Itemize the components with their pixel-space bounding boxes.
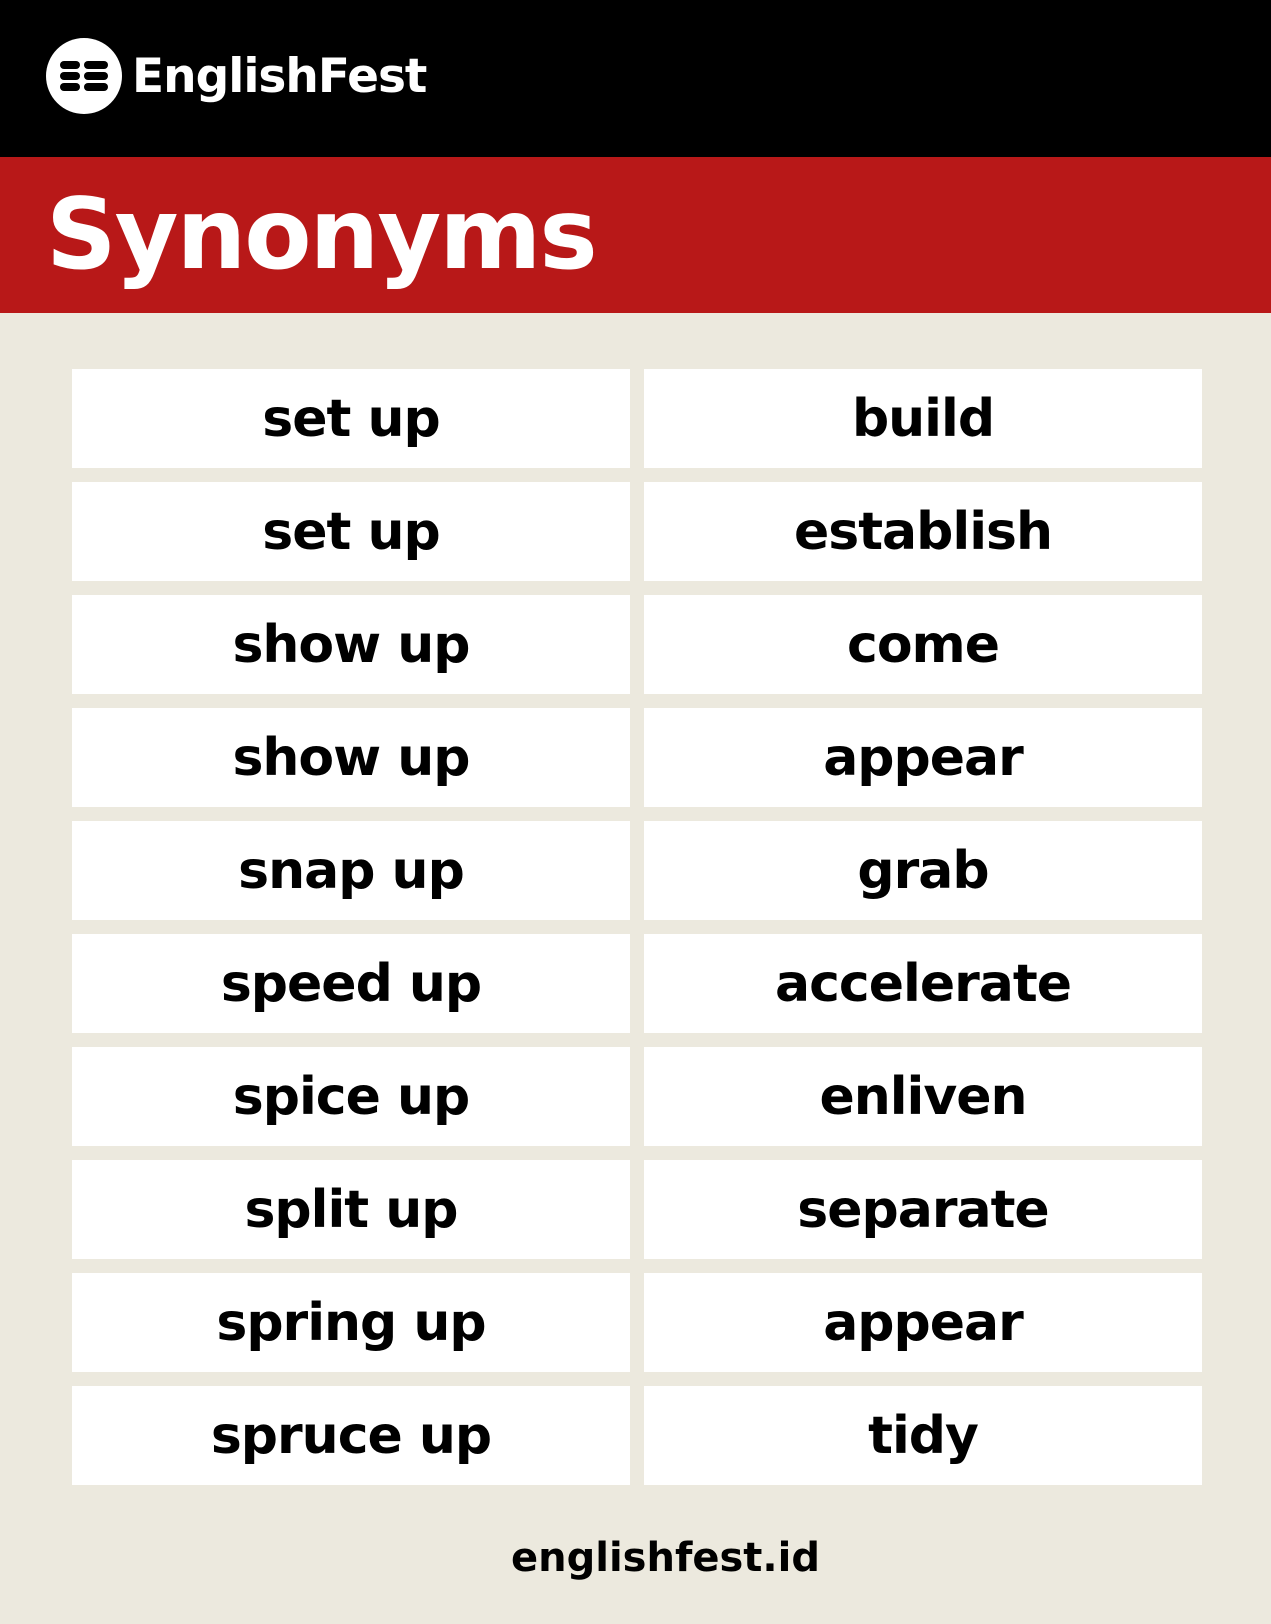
synonym-cell: appear bbox=[644, 708, 1202, 807]
phrasal-verb-cell: set up bbox=[72, 369, 630, 468]
phrasal-verb-cell: speed up bbox=[72, 934, 630, 1033]
phrasal-verb-cell: spring up bbox=[72, 1273, 630, 1372]
synonym-cell: separate bbox=[644, 1160, 1202, 1259]
synonym-cell: come bbox=[644, 595, 1202, 694]
phrasal-verb-cell: set up bbox=[72, 482, 630, 581]
synonym-cell: appear bbox=[644, 1273, 1202, 1372]
phrasal-verb-cell: show up bbox=[72, 595, 630, 694]
synonym-cell: accelerate bbox=[644, 934, 1202, 1033]
synonym-cell: establish bbox=[644, 482, 1202, 581]
header-bar: EnglishFest bbox=[0, 0, 1271, 157]
phrasal-verb-cell: spruce up bbox=[72, 1386, 630, 1485]
phrasal-verb-cell: show up bbox=[72, 708, 630, 807]
title-band: Synonyms bbox=[0, 157, 1271, 313]
synonym-cell: build bbox=[644, 369, 1202, 468]
page-title: Synonyms bbox=[46, 178, 598, 292]
footer-url: englishfest.id bbox=[511, 1535, 820, 1581]
englishfest-logo-icon bbox=[46, 38, 122, 114]
phrasal-verb-cell: split up bbox=[72, 1160, 630, 1259]
synonym-table: set up build set up establish show up co… bbox=[72, 369, 1202, 1485]
synonym-cell: grab bbox=[644, 821, 1202, 920]
brand-name: EnglishFest bbox=[132, 48, 427, 104]
phrasal-verb-cell: snap up bbox=[72, 821, 630, 920]
phrasal-verb-cell: spice up bbox=[72, 1047, 630, 1146]
brand-logo: EnglishFest bbox=[46, 38, 427, 114]
synonym-cell: tidy bbox=[644, 1386, 1202, 1485]
synonym-cell: enliven bbox=[644, 1047, 1202, 1146]
